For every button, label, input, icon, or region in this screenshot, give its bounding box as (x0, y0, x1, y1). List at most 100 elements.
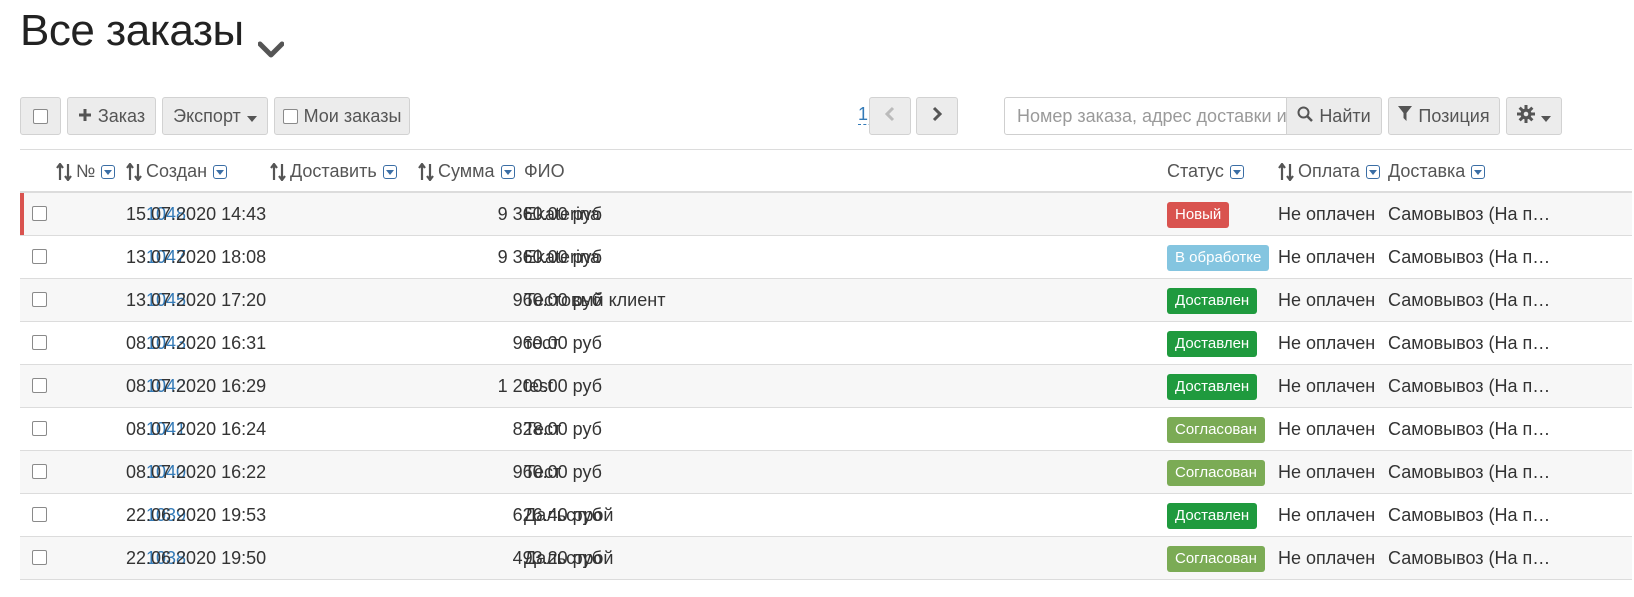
settings-dropdown-button[interactable] (1506, 97, 1562, 135)
row-checkbox[interactable] (32, 335, 47, 350)
customer-name: тест (524, 333, 560, 353)
sort-icon[interactable] (270, 161, 286, 182)
row-checkbox[interactable] (32, 464, 47, 479)
select-all-checkbox[interactable] (33, 108, 48, 124)
status-cell: В обработке (1167, 245, 1270, 271)
status-cell: Доставлен (1167, 288, 1258, 314)
created-date: 08.07.2020 16:24 (126, 419, 267, 439)
status-cell: Согласован (1167, 546, 1265, 572)
chevron-left-icon (884, 106, 895, 127)
delivery-method: Самовывоз (На пун... (1388, 548, 1556, 568)
row-checkbox[interactable] (32, 292, 47, 307)
status-badge: Доставлен (1167, 288, 1258, 314)
delivery-method: Самовывоз (На пун... (1388, 462, 1556, 482)
my-orders-toggle[interactable]: Мои заказы (274, 97, 410, 135)
my-orders-label: Мои заказы (303, 105, 402, 126)
header-number[interactable]: № (56, 161, 116, 182)
header-delivery[interactable]: Доставка (1388, 161, 1486, 182)
row-checkbox[interactable] (32, 507, 47, 522)
table-row[interactable]: 1045 13.07.2020 17:20 960.00 руб Тестовы… (20, 279, 1632, 322)
payment-status: Не оплачен (1278, 548, 1376, 568)
table-row[interactable]: 1038 22.06.2020 19:50 493.20 руб Дальстр… (20, 537, 1632, 580)
status-badge: Новый (1167, 202, 1230, 228)
status-badge: Согласован (1167, 417, 1265, 443)
my-orders-checkbox[interactable] (282, 108, 298, 124)
caret-down-icon (246, 106, 257, 127)
search-button-label: Найти (1319, 105, 1371, 126)
toolbar: Заказ Экспорт Мои заказы 1 / 2 Найти Поз… (20, 97, 1632, 135)
column-filter-icon[interactable] (213, 164, 228, 179)
orders-table: № Создан Доставить Сумма ФИО Статус Опла… (20, 149, 1632, 580)
customer-name: Ekaterina (524, 247, 601, 267)
row-checkbox[interactable] (32, 378, 47, 393)
position-filter-button[interactable]: Позиция (1388, 97, 1500, 135)
header-status[interactable]: Статус (1167, 161, 1244, 182)
row-checkbox[interactable] (32, 206, 47, 221)
table-row[interactable]: 1043 08.07.2020 16:31 960.00 руб тест До… (20, 322, 1632, 365)
header-sum[interactable]: Сумма (418, 161, 515, 182)
delivery-method: Самовывоз (На пун... (1388, 247, 1556, 267)
customer-name: Дальстрой (524, 548, 614, 568)
status-cell: Согласован (1167, 460, 1265, 486)
column-filter-icon[interactable] (500, 164, 515, 179)
payment-status: Не оплачен (1278, 204, 1376, 224)
prev-page-button[interactable] (869, 97, 911, 135)
column-filter-icon[interactable] (382, 164, 397, 179)
header-created[interactable]: Создан (126, 161, 228, 182)
table-row[interactable]: 1041 08.07.2020 16:24 828.00 руб Тест Со… (20, 408, 1632, 451)
status-badge: Доставлен (1167, 331, 1258, 357)
table-header: № Создан Доставить Сумма ФИО Статус Опла… (20, 150, 1632, 193)
customer-name: Тестовый клиент (524, 290, 666, 310)
created-date: 15.07.2020 14:43 (126, 204, 267, 224)
chevron-right-icon (932, 106, 943, 127)
table-row[interactable]: 1047 13.07.2020 18:08 9 360.00 руб Ekate… (20, 236, 1632, 279)
customer-name: Ekaterina (524, 204, 601, 224)
page-title: Все заказы (20, 6, 244, 55)
next-page-button[interactable] (916, 97, 958, 135)
table-row[interactable]: 1048 15.07.2020 14:43 9 360.00 руб Ekate… (20, 193, 1632, 236)
sort-icon[interactable] (418, 161, 434, 182)
status-badge: В обработке (1167, 245, 1270, 271)
sort-icon[interactable] (126, 161, 142, 182)
payment-status: Не оплачен (1278, 247, 1376, 267)
created-date: 13.07.2020 17:20 (126, 290, 267, 310)
chevron-down-icon[interactable] (257, 21, 285, 58)
delivery-method: Самовывоз (На пун... (1388, 505, 1556, 525)
payment-status: Не оплачен (1278, 419, 1376, 439)
status-cell: Доставлен (1167, 331, 1258, 357)
created-date: 13.07.2020 18:08 (126, 247, 267, 267)
table-row[interactable]: 1042 08.07.2020 16:29 1 200.00 руб test … (20, 365, 1632, 408)
sort-icon[interactable] (56, 161, 72, 182)
delivery-method: Самовывоз (На пун... (1388, 376, 1556, 396)
customer-name: Тест (524, 419, 562, 439)
payment-status: Не оплачен (1278, 290, 1376, 310)
table-row[interactable]: 1040 08.07.2020 16:22 960.00 руб Тест Со… (20, 451, 1632, 494)
table-row[interactable]: 1039 22.06.2020 19:53 626.40 руб Дальстр… (20, 494, 1632, 537)
row-checkbox[interactable] (32, 249, 47, 264)
payment-status: Не оплачен (1278, 505, 1376, 525)
header-payment[interactable]: Оплата (1278, 161, 1380, 182)
row-checkbox[interactable] (32, 550, 47, 565)
export-label: Экспорт (173, 105, 241, 126)
header-deliver[interactable]: Доставить (270, 161, 397, 182)
status-cell: Новый (1167, 202, 1230, 228)
column-filter-icon[interactable] (1471, 164, 1486, 179)
created-date: 22.06.2020 19:53 (126, 505, 267, 525)
add-order-button[interactable]: Заказ (67, 97, 156, 135)
column-filter-icon[interactable] (1229, 164, 1244, 179)
customer-name: Дальстрой (524, 505, 614, 525)
page-title-block[interactable]: Все заказы (20, 6, 285, 58)
plus-icon (78, 106, 92, 127)
customer-name: test (524, 376, 554, 396)
header-fio: ФИО (524, 161, 565, 181)
sort-icon[interactable] (1278, 161, 1294, 182)
row-checkbox[interactable] (32, 421, 47, 436)
search-button[interactable]: Найти (1286, 97, 1382, 135)
select-all-checkbox-button[interactable] (20, 97, 61, 135)
export-dropdown-button[interactable]: Экспорт (162, 97, 268, 135)
delivery-method: Самовывоз (На пун... (1388, 419, 1556, 439)
payment-status: Не оплачен (1278, 333, 1376, 353)
position-button-label: Позиция (1418, 105, 1490, 126)
column-filter-icon[interactable] (1365, 164, 1380, 179)
column-filter-icon[interactable] (101, 164, 116, 179)
